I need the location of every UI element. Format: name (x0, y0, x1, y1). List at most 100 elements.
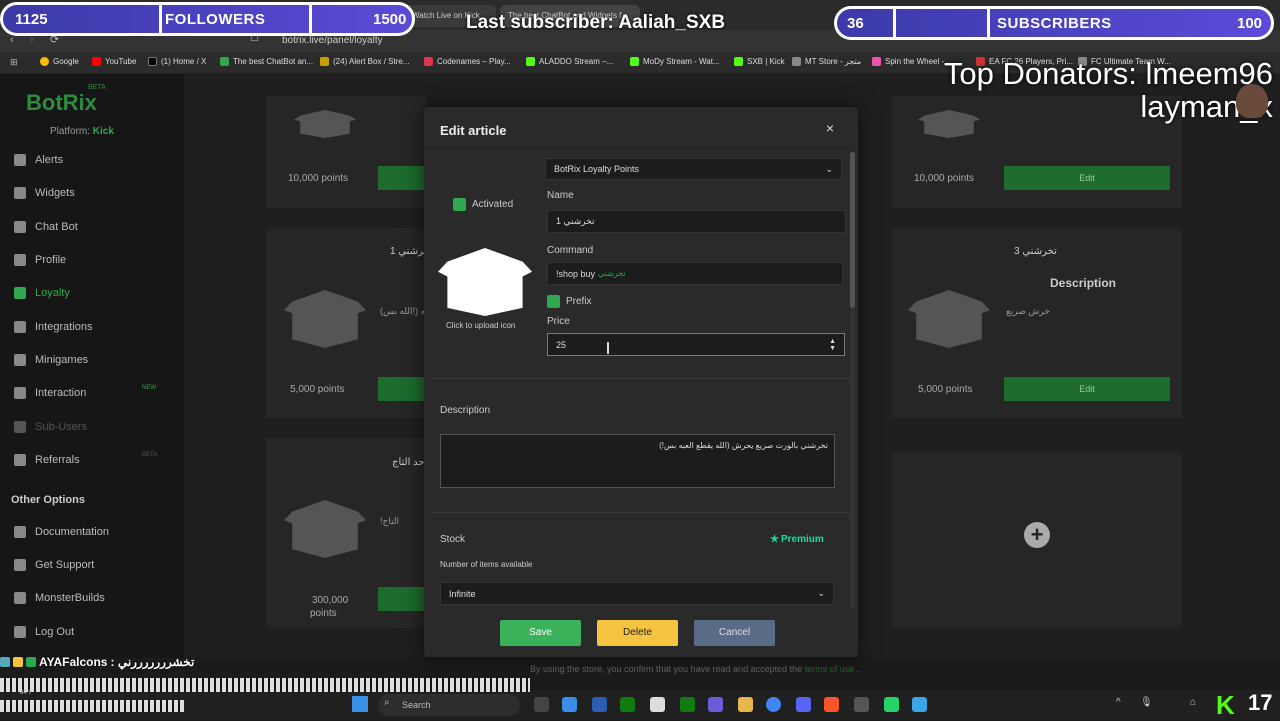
stock-select[interactable]: Infinite ⌄ (440, 582, 834, 605)
sidebar-item-documentation[interactable]: Documentation (14, 526, 109, 538)
terms-link[interactable]: terms of use (805, 664, 855, 674)
integrations-icon (14, 321, 26, 333)
app-icon[interactable] (562, 697, 577, 712)
edit-button[interactable] (378, 166, 426, 190)
bookmark-botrix[interactable]: The best ChatBot an... (220, 57, 313, 66)
edit-button[interactable] (378, 587, 426, 611)
taskbar-search[interactable]: Search (378, 694, 520, 716)
app-icon[interactable] (708, 697, 723, 712)
item-points: 5,000 points (918, 384, 973, 395)
sidebar-item-interaction[interactable]: Interaction (14, 387, 86, 399)
microphone-icon[interactable]: 🎙 (1140, 697, 1153, 708)
apps-icon[interactable]: ⊞ (10, 57, 18, 68)
upload-label[interactable]: Click to upload icon (446, 321, 515, 330)
sidebar-item-label: Documentation (35, 526, 109, 538)
name-label: Name (547, 190, 574, 201)
robot-icon (14, 221, 26, 233)
bookmark-mody[interactable]: MoDy Stream - Wat... (630, 57, 720, 66)
scrollbar-thumb[interactable] (850, 152, 855, 308)
bookmark-youtube[interactable]: YouTube (92, 57, 136, 66)
sidebar-item-label: Get Support (35, 559, 95, 571)
sidebar-item-referrals[interactable]: Referrals (14, 454, 80, 466)
bell-icon (14, 154, 26, 166)
settings-icon[interactable] (854, 697, 869, 712)
notepad-icon[interactable] (912, 697, 927, 712)
edit-button[interactable]: Edit (1004, 377, 1170, 401)
chat-text: : تخشرررررررني (110, 655, 195, 669)
xbox-icon[interactable] (620, 697, 635, 712)
premium-label: Premium (780, 534, 824, 545)
sidebar-item-support[interactable]: Get Support (14, 559, 94, 571)
bookmark-alertbox[interactable]: (24) Alert Box / Stre... (320, 57, 409, 66)
edit-button[interactable] (378, 377, 426, 401)
item-points-unit: points (310, 608, 337, 619)
task-view-icon[interactable] (534, 697, 549, 712)
bookmark-label: The best ChatBot an... (233, 57, 314, 66)
description-textarea[interactable]: تخرشني بالورت صريع يحرش (الله يقطع العبه… (440, 434, 835, 488)
sidebar-item-minigames[interactable]: Minigames (14, 354, 88, 366)
network-icon[interactable]: ⌂ (1190, 697, 1196, 708)
bookmark-label: SXB | Kick (747, 57, 785, 66)
chrome-icon[interactable] (766, 697, 781, 712)
trophy-icon (14, 287, 26, 299)
activated-checkbox[interactable] (453, 198, 466, 211)
botrix-logo[interactable]: BotRix (26, 90, 97, 116)
gamepad-icon (14, 354, 26, 366)
url-input[interactable]: botrix.live/panel/loyalty (282, 35, 383, 46)
edit-button[interactable]: Edit (1004, 166, 1170, 190)
back-icon[interactable]: ‹ (10, 34, 14, 46)
brave-icon[interactable] (824, 697, 839, 712)
bookmark-aladdo[interactable]: ALADDO Stream –... (526, 57, 613, 66)
sidebar-item-alerts[interactable]: Alerts (14, 154, 63, 166)
price-input[interactable]: 25 ▲ ▼ (547, 333, 845, 356)
followers-goal-bar: 1125 FOLLOWERS 1500 (0, 2, 415, 36)
windows-start-icon[interactable] (352, 696, 368, 712)
cancel-button[interactable]: Cancel (694, 620, 775, 646)
terms-text: By using the store, you confirm that you… (530, 664, 803, 674)
bookmark-codenames[interactable]: Codenames – Play... (424, 57, 511, 66)
item-points: 10,000 points (914, 173, 975, 184)
store-icon[interactable] (650, 697, 665, 712)
folder-icon[interactable] (738, 697, 753, 712)
sidebar-item-chatbot[interactable]: Chat Bot (14, 221, 78, 233)
edit-article-modal (424, 107, 858, 657)
sidebar-item-integrations[interactable]: Integrations (14, 321, 92, 333)
sidebar-item-profile[interactable]: Profile (14, 254, 66, 266)
sidebar-item-subusers[interactable]: Sub-Users (14, 421, 87, 433)
sidebar-item-logout[interactable]: Log Out (14, 626, 74, 638)
sidebar-item-label: Widgets (35, 187, 75, 199)
bookmark-mtstore[interactable]: MT Store - متجر (792, 57, 861, 66)
divider (424, 148, 850, 149)
goal-divider (893, 9, 896, 37)
profile-icon (14, 254, 26, 266)
currency-select[interactable]: BotRix Loyalty Points ⌄ (545, 158, 842, 180)
whatsapp-icon[interactable] (884, 697, 899, 712)
goal-divider (159, 5, 162, 33)
star-icon: ★ (770, 534, 779, 545)
sidebar-item-monsterbuilds[interactable]: MonsterBuilds (14, 592, 105, 604)
close-icon[interactable]: × (823, 120, 837, 136)
discord-icon[interactable] (796, 697, 811, 712)
sidebar-item-loyalty[interactable]: Loyalty (14, 287, 70, 299)
bookmark-label: (24) Alert Box / Stre... (333, 57, 410, 66)
name-input[interactable]: تخرشني 1 (547, 210, 846, 233)
sidebar-item-widgets[interactable]: Widgets (14, 187, 75, 199)
prefix-checkbox[interactable] (547, 295, 560, 308)
bookmark-sxb[interactable]: SXB | Kick (734, 57, 785, 66)
delete-button[interactable]: Delete (597, 620, 678, 646)
xbox-app-icon[interactable] (680, 697, 695, 712)
sidebar-item-label: Alerts (35, 154, 64, 166)
plus-icon[interactable]: + (1024, 522, 1050, 548)
save-button[interactable]: Save (500, 620, 581, 646)
badge-icon (0, 657, 10, 667)
number-stepper-icon[interactable]: ▲ ▼ (829, 338, 836, 352)
chat-emotes (0, 700, 184, 712)
subs-goal: 100 (1237, 15, 1263, 32)
chevron-down-icon: ⌄ (817, 588, 825, 598)
bookmark-google[interactable]: Google (40, 57, 79, 66)
bookmark-x[interactable]: (1) Home / X (148, 57, 206, 66)
followers-goal: 1500 (373, 11, 407, 28)
command-input[interactable]: !shop buy تخرشني (547, 262, 843, 285)
app-icon[interactable] (592, 697, 607, 712)
chevron-up-icon[interactable]: ^ (1116, 697, 1121, 708)
